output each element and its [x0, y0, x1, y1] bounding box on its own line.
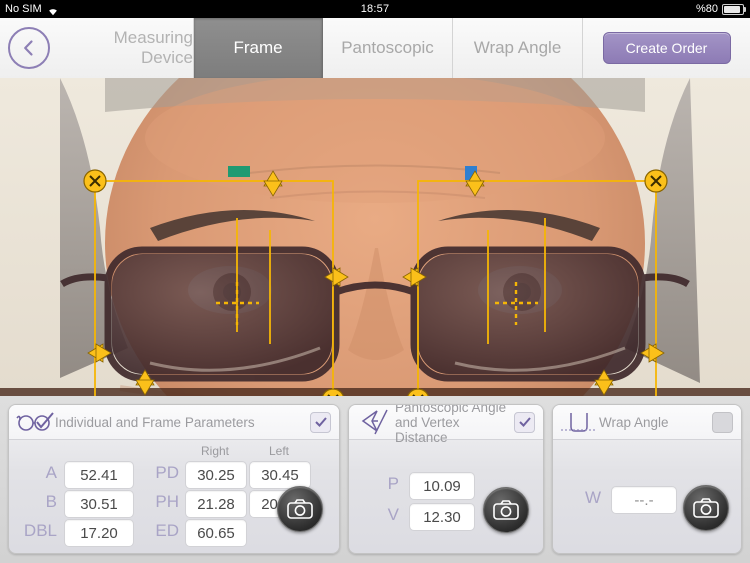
camera-button-card2[interactable] — [483, 487, 529, 533]
value-p[interactable]: 10.09 — [409, 472, 475, 500]
corner-handle-tl — [83, 169, 107, 193]
camera-button-card3[interactable] — [683, 485, 729, 531]
label-a: A — [45, 463, 57, 482]
battery-percent-label: %80 — [695, 3, 718, 15]
card2-header: Pantoscopic Angle and Vertex Distance — [349, 405, 543, 445]
col-header-right: Right — [200, 444, 229, 458]
clock-label: 18:57 — [360, 3, 390, 15]
tab-label-pantoscopic: Pantoscopic — [341, 38, 434, 57]
wrap-angle-icon — [559, 409, 599, 435]
tab-label-measuring-device: Measuring Device — [113, 28, 193, 67]
app-root: No SIM 18:57 %80 Measuring Device Frame … — [0, 0, 750, 563]
card1-header: Individual and Frame Parameters — [9, 405, 339, 440]
tab-label-frame: Frame — [233, 38, 283, 57]
card1-title: Individual and Frame Parameters — [55, 414, 255, 430]
card3-title: Wrap Angle — [599, 414, 669, 430]
marker-sticker-left — [228, 166, 250, 177]
card-wrap-angle: Wrap Angle W --.- — [552, 404, 742, 554]
card3-checkbox[interactable] — [712, 411, 733, 433]
status-bar: No SIM 18:57 %80 — [0, 0, 750, 18]
value-v[interactable]: 12.30 — [409, 503, 475, 531]
col-header-left: Left — [268, 444, 289, 458]
measurement-photo-canvas[interactable] — [0, 78, 750, 396]
card1-body: Right Left A 52.41 B 30.51 DBL 17.20 PD … — [9, 440, 339, 553]
create-order-label: Create Order — [625, 40, 708, 56]
camera-button-card1[interactable] — [277, 486, 323, 532]
label-p: P — [387, 474, 399, 493]
label-ph: PH — [155, 492, 179, 511]
create-order-button[interactable]: Create Order — [602, 32, 731, 64]
tab-wrap-angle[interactable]: Wrap Angle — [453, 18, 583, 78]
value-pd-left[interactable]: 30.45 — [249, 461, 311, 489]
value-ph-right[interactable]: 21.28 — [185, 490, 247, 518]
card1-checkbox[interactable] — [310, 411, 331, 433]
label-dbl: DBL — [23, 521, 57, 540]
value-b[interactable]: 30.51 — [64, 490, 134, 518]
card2-checkbox[interactable] — [514, 411, 535, 433]
tab-frame[interactable]: Frame — [194, 18, 323, 78]
label-v: V — [387, 505, 399, 524]
label-ed: ED — [155, 521, 179, 540]
card2-body: P 10.09 V 12.30 — [349, 440, 543, 553]
value-ed[interactable]: 60.65 — [185, 519, 247, 547]
toolbar-spacer: Create Order — [583, 18, 750, 78]
label-pd: PD — [155, 463, 179, 482]
battery-icon — [722, 3, 746, 15]
value-w[interactable]: --.- — [611, 486, 677, 514]
label-b: B — [45, 492, 57, 511]
tab-bar: Measuring Device Frame Pantoscopic Wrap … — [0, 18, 750, 79]
label-w: W — [584, 488, 601, 507]
back-chevron-icon[interactable] — [8, 27, 50, 69]
corner-handle-tr — [644, 169, 668, 193]
tab-label-wrap-angle: Wrap Angle — [473, 38, 562, 57]
card2-title: Pantoscopic Angle and Vertex Distance — [395, 404, 507, 445]
value-a[interactable]: 52.41 — [64, 461, 134, 489]
tab-measuring-device[interactable]: Measuring Device — [0, 18, 194, 78]
card3-body: W --.- — [553, 440, 741, 553]
value-dbl[interactable]: 17.20 — [64, 519, 134, 547]
status-bar-right: %80 — [695, 0, 746, 18]
glasses-check-icon — [15, 409, 55, 435]
parameters-panel: Individual and Frame Parameters Right Le… — [0, 396, 750, 563]
card3-header: Wrap Angle — [553, 405, 741, 440]
card-pantoscopic-angle-vertex-distance: Pantoscopic Angle and Vertex Distance P … — [348, 404, 544, 554]
card-individual-frame-parameters: Individual and Frame Parameters Right Le… — [8, 404, 340, 554]
face-photo — [0, 78, 750, 396]
tab-pantoscopic[interactable]: Pantoscopic — [323, 18, 453, 78]
pantoscopic-angle-icon — [355, 409, 395, 435]
value-pd-right[interactable]: 30.25 — [185, 461, 247, 489]
